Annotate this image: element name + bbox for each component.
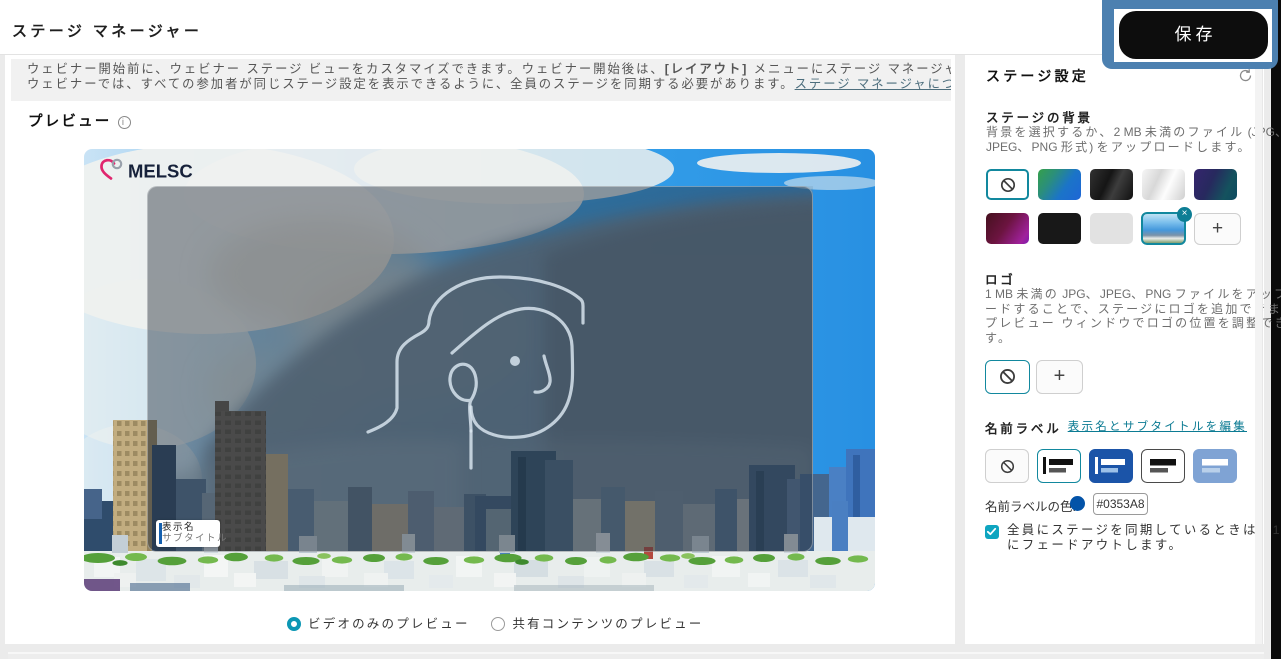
svg-text:MELSC: MELSC [128,161,193,182]
